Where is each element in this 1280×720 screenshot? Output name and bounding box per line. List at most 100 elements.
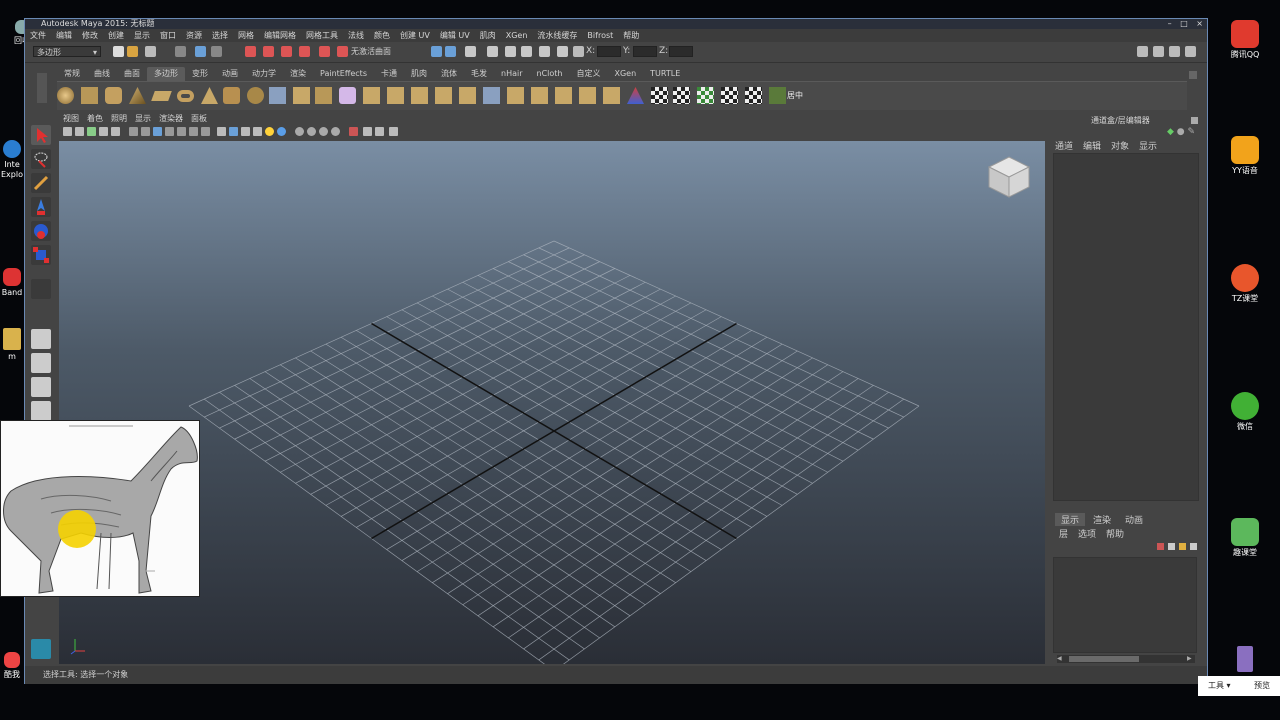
- shelf-tab-muscle[interactable]: 肌肉: [404, 67, 434, 81]
- poly-pyramid-icon[interactable]: [201, 87, 218, 104]
- menu-edit-uv[interactable]: 编辑 UV: [435, 29, 475, 42]
- snap-point-icon[interactable]: [281, 46, 292, 57]
- color-mgmt-icon[interactable]: [375, 127, 384, 136]
- select-hierarchy-icon[interactable]: [175, 46, 186, 57]
- make-live-icon[interactable]: [337, 46, 348, 57]
- depth-of-field-icon[interactable]: [307, 127, 316, 136]
- shelf-tab-curves[interactable]: 曲线: [87, 67, 117, 81]
- select-tool-icon[interactable]: [31, 125, 51, 145]
- sculpt-icon[interactable]: [627, 87, 644, 104]
- minimize-icon[interactable]: –: [1168, 19, 1172, 28]
- viewport-menu-lighting[interactable]: 照明: [107, 113, 131, 125]
- channel-menu-channels[interactable]: 通道: [1055, 139, 1073, 152]
- tray-tools-button[interactable]: 工具 ▾: [1208, 676, 1231, 696]
- resolution-gate-icon[interactable]: [319, 127, 328, 136]
- tool-settings-icon[interactable]: [1169, 46, 1180, 57]
- viewport-menu-shading[interactable]: 着色: [83, 113, 107, 125]
- render-settings-icon[interactable]: [539, 46, 550, 57]
- lasso-tool-icon[interactable]: [31, 149, 51, 169]
- collapse-icon[interactable]: [555, 87, 572, 104]
- center-pivot-icon[interactable]: [769, 87, 786, 104]
- menu-modify[interactable]: 修改: [77, 29, 103, 42]
- split-polygon-icon[interactable]: [435, 87, 452, 104]
- perspective-viewport[interactable]: [59, 141, 1045, 664]
- menu-create-uv[interactable]: 创建 UV: [395, 29, 435, 42]
- camera-select-icon[interactable]: [63, 127, 72, 136]
- shelf-tab-animation[interactable]: 动画: [215, 67, 245, 81]
- desktop-icon-ie[interactable]: Inte Explo: [0, 140, 24, 180]
- open-scene-icon[interactable]: [127, 46, 138, 57]
- maximize-icon[interactable]: □: [1180, 19, 1188, 28]
- extract-icon[interactable]: [315, 87, 332, 104]
- select-object-icon[interactable]: [195, 46, 206, 57]
- outliner-layout-icon[interactable]: [31, 377, 51, 397]
- uv-automatic-icon[interactable]: [745, 87, 762, 104]
- ipr-render-icon[interactable]: [521, 46, 532, 57]
- move-layer-down-icon[interactable]: [1190, 543, 1197, 550]
- grid-toggle-icon[interactable]: [253, 127, 262, 136]
- scroll-right-icon[interactable]: ▶: [1187, 655, 1195, 663]
- bridge-icon[interactable]: [387, 87, 404, 104]
- shelf-tab-xgen[interactable]: XGen: [607, 67, 643, 81]
- layer-scrollbar[interactable]: ◀ ▶: [1057, 655, 1195, 663]
- menu-xgen[interactable]: XGen: [501, 29, 533, 42]
- desktop-icon-band[interactable]: Band: [0, 268, 24, 298]
- use-lights-icon[interactable]: [189, 127, 198, 136]
- pencil-icon[interactable]: ✎: [1188, 127, 1196, 137]
- uv-cylindrical-icon[interactable]: [697, 87, 714, 104]
- layer-menu-layers[interactable]: 层: [1059, 527, 1068, 540]
- menu-create[interactable]: 创建: [103, 29, 129, 42]
- multisample-icon[interactable]: [295, 127, 304, 136]
- wedge-icon[interactable]: [603, 87, 620, 104]
- shelf-tab-rendering[interactable]: 渲染: [283, 67, 313, 81]
- snap-surface-icon[interactable]: [319, 46, 330, 57]
- wire-on-shaded-icon[interactable]: [165, 127, 174, 136]
- poly-cylinder-icon[interactable]: [105, 87, 122, 104]
- bookmarks-icon[interactable]: [87, 127, 96, 136]
- y-coordinate-input[interactable]: [633, 46, 657, 57]
- paint-select-tool-icon[interactable]: [31, 173, 51, 193]
- move-layer-up-icon[interactable]: [1179, 543, 1186, 550]
- menu-muscle[interactable]: 肌肉: [475, 29, 501, 42]
- poly-cube-icon[interactable]: [81, 87, 98, 104]
- new-scene-icon[interactable]: [113, 46, 124, 57]
- move-tool-icon[interactable]: [31, 197, 51, 217]
- separate-icon[interactable]: [293, 87, 310, 104]
- maya-home-icon[interactable]: [31, 639, 51, 659]
- snap-curve-icon[interactable]: [263, 46, 274, 57]
- xray-icon[interactable]: [229, 127, 238, 136]
- shelf-tab-polygons[interactable]: 多边形: [147, 67, 185, 81]
- output-ops-icon[interactable]: [445, 46, 456, 57]
- menu-edit-mesh[interactable]: 编辑网格: [259, 29, 301, 42]
- menu-display[interactable]: 显示: [129, 29, 155, 42]
- isolate-icon[interactable]: [217, 127, 226, 136]
- transform-mode-icon[interactable]: [573, 46, 584, 57]
- uv-editor-icon[interactable]: [651, 87, 668, 104]
- desktop-icon-tz[interactable]: TZ课堂: [1225, 264, 1265, 304]
- channel-menu-edit[interactable]: 编辑: [1083, 139, 1101, 152]
- poly-pipe-icon[interactable]: [223, 87, 240, 104]
- poly-plane-icon[interactable]: [151, 91, 172, 101]
- channel-menu-object[interactable]: 对象: [1111, 139, 1129, 152]
- save-scene-icon[interactable]: [145, 46, 156, 57]
- shelf-options-icon[interactable]: [1189, 71, 1197, 79]
- poke-icon[interactable]: [579, 87, 596, 104]
- close-icon[interactable]: ×: [1196, 19, 1203, 28]
- shadows-icon[interactable]: [201, 127, 210, 136]
- shelf-tab-toon[interactable]: 卡通: [374, 67, 404, 81]
- desktop-icon-qkt[interactable]: 趣课堂: [1225, 518, 1265, 558]
- wireframe-icon[interactable]: [129, 127, 138, 136]
- desktop-icon-yy[interactable]: YY语音: [1225, 136, 1265, 176]
- viewport-menu-renderer[interactable]: 渲染器: [155, 113, 187, 125]
- menu-mesh-tools[interactable]: 网格工具: [301, 29, 343, 42]
- menu-edit[interactable]: 编辑: [51, 29, 77, 42]
- grease-pencil-icon[interactable]: [111, 127, 120, 136]
- input-ops-icon[interactable]: [431, 46, 442, 57]
- select-component-icon[interactable]: [211, 46, 222, 57]
- shelf-tab-fluids[interactable]: 流体: [434, 67, 464, 81]
- desktop-icon-book[interactable]: [1225, 646, 1265, 674]
- shelf-tab-dynamics[interactable]: 动力学: [245, 67, 283, 81]
- menu-bifrost[interactable]: Bifrost: [582, 29, 618, 42]
- camera-attributes-icon[interactable]: [75, 127, 84, 136]
- key-icon[interactable]: ◆: [1167, 127, 1174, 137]
